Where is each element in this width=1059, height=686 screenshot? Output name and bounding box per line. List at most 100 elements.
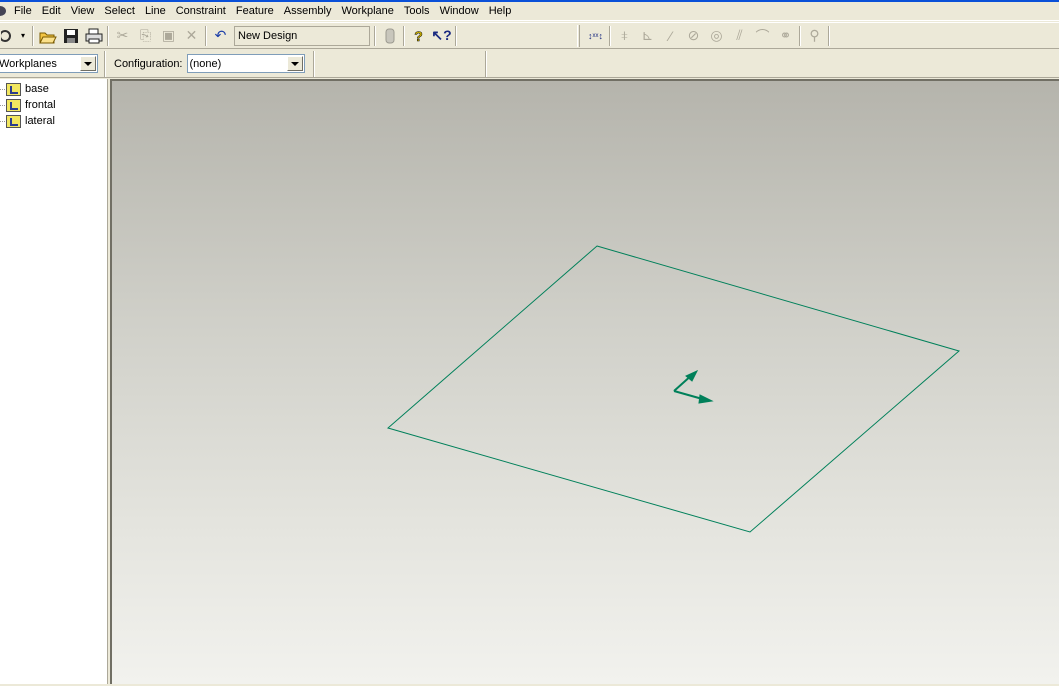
toolbar-separator [609,25,611,46]
open-folder-icon [38,32,57,43]
menu-edit[interactable]: Edit [37,2,66,20]
browser-mode-dropdown[interactable]: Workplanes [0,54,98,73]
print-button[interactable] [82,25,105,47]
paste-button[interactable]: ▣ [157,25,180,47]
toolbar-separator [104,50,106,77]
undo-icon: ↶ [214,27,227,43]
toolbar-separator [403,25,405,46]
toolbar-separator [374,25,376,46]
save-button[interactable] [59,25,82,47]
app-icon[interactable] [0,2,9,20]
save-icon [63,28,78,43]
3d-viewport[interactable] [110,79,1059,684]
menu-assembly[interactable]: Assembly [279,2,337,20]
tree-item-base[interactable]: base [0,81,107,97]
workplane-icon [6,82,21,96]
toolbar-separator [312,50,315,77]
collinear-button[interactable]: ⁄ [659,25,682,47]
axis-triad-icon [673,369,714,404]
toolbar-grip[interactable] [577,24,580,47]
magnifier-icon: ⚲ [809,27,820,43]
menu-feature[interactable]: Feature [231,2,279,20]
browser-panel: base frontal lateral [0,79,108,684]
toolbar-separator [484,50,487,77]
parallel-icon: ⫽ [736,27,743,43]
tree-item-frontal[interactable]: frontal [0,97,107,113]
context-help-icon: ↖? [431,27,452,43]
collinear-icon: ⁄ [669,27,672,44]
toolbar-separator [107,25,109,46]
workplane-icon [6,114,21,128]
tree-item-label: lateral [25,115,55,127]
design-name-field[interactable]: New Design [234,25,370,46]
chevron-down-icon[interactable] [80,56,96,71]
tree-connector [0,104,5,106]
concentric-icon: ◎ [710,27,723,43]
toolbar-separator [799,25,801,46]
browser-mode-value: Workplanes [0,57,57,70]
menu-tools[interactable]: Tools [399,2,435,20]
tree-connector [0,120,5,122]
menu-workplane[interactable]: Workplane [336,2,398,20]
perpendicular-icon: ⊾ [641,27,654,43]
link-button[interactable]: ⚭ [774,25,797,47]
tangent-button[interactable]: ⊘ [682,25,705,47]
configuration-dropdown[interactable]: (none) [186,54,305,73]
context-help-button[interactable]: ↖? [430,25,453,47]
copy-icon: ⎘ [139,27,152,43]
rotate-dropdown-button[interactable]: ▾ [16,25,30,47]
menu-select[interactable]: Select [99,2,140,20]
menu-bar: File Edit View Select Line Constraint Fe… [0,2,1059,21]
coincident-button[interactable]: ⧧ [613,25,636,47]
rotate-view-button[interactable] [0,25,16,47]
chevron-down-icon[interactable] [286,56,303,71]
workplane-tree: base frontal lateral [0,79,107,129]
workplane-icon [6,98,21,112]
menu-file[interactable]: File [9,2,37,20]
menu-line[interactable]: Line [140,2,171,20]
paste-icon: ▣ [161,27,176,43]
cut-button[interactable]: ✂ [111,25,134,47]
menu-window[interactable]: Window [435,2,484,20]
menu-help[interactable]: Help [484,2,517,20]
toolbar-separator [32,25,34,46]
print-icon [85,28,102,43]
help-icon: ? [414,27,423,44]
dimension-icon: ↕ˣˣ↕ [588,30,603,41]
coincident-icon: ⧧ [620,27,629,43]
open-button[interactable] [36,25,59,47]
undo-button[interactable]: ↶ [209,25,232,47]
parallel-button[interactable]: ⫽ [728,25,751,47]
zoom-button[interactable]: ⚲ [803,25,826,47]
workplane-outline[interactable] [386,245,961,533]
perpendicular-button[interactable]: ⊾ [636,25,659,47]
tree-item-label: frontal [25,99,56,111]
help-button[interactable]: ? [407,25,430,47]
tree-item-lateral[interactable]: lateral [0,113,107,129]
rotate-view-icon [1,29,11,42]
arc-icon: ⌒ [755,27,770,44]
concentric-button[interactable]: ◎ [705,25,728,47]
toolbar-separator [455,25,457,46]
link-icon: ⚭ [779,27,792,43]
traffic-light-button[interactable] [378,25,401,47]
arc-button[interactable]: ⌒ [751,25,774,47]
menu-view[interactable]: View [66,2,100,20]
toolbar-separator [828,25,830,46]
toolbar-separator [205,25,207,46]
viewport-canvas[interactable] [112,81,1059,686]
menu-constraint[interactable]: Constraint [171,2,231,20]
delete-icon: ✕ [185,27,198,43]
tree-item-label: base [25,83,49,95]
configuration-label: Configuration: [114,57,183,70]
dimension-button[interactable]: ↕ˣˣ↕ [584,25,607,47]
configuration-value: (none) [189,57,222,70]
tangent-icon: ⊘ [687,27,700,43]
cut-icon: ✂ [116,27,129,43]
main-toolbar: ▾ ✂ ⎘ ▣ ✕ ↶ New Design ? ↖? ↕ˣˣ↕ ⧧ ⊾ ⁄ ⊘… [0,22,1059,49]
tree-connector [0,88,5,90]
copy-button[interactable]: ⎘ [134,25,157,47]
secondary-toolbar: Workplanes Configuration: (none) [0,50,1059,78]
delete-button[interactable]: ✕ [180,25,203,47]
traffic-light-icon [385,28,394,43]
